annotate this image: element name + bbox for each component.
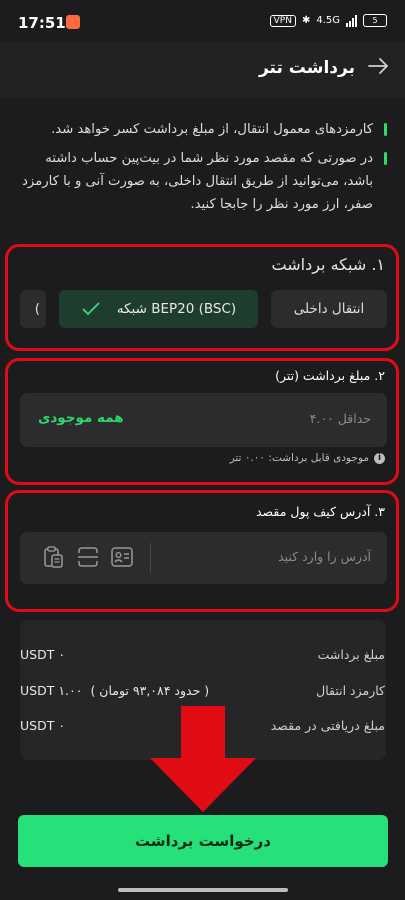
summary-value: USDT ۰ — [20, 647, 66, 662]
vpn-icon: VPN — [269, 14, 296, 27]
note-internal-transfer: در صورتی که مقصد مورد نظر شما در بیت‌پین… — [20, 147, 387, 216]
network-option-internal[interactable]: انتقال داخلی — [271, 290, 387, 328]
network-type: 4.5G — [316, 15, 340, 26]
withdraw-request-button[interactable]: درخواست برداشت — [18, 815, 388, 867]
signal-icon — [346, 14, 357, 27]
summary-label: کارمزد انتقال — [316, 683, 385, 698]
fee-toman-note: ( حدود ۹۳,۰۸۴ تومان ) — [90, 683, 210, 698]
status-bar: 17:51 VPN ✱ 4.5G 5 — [0, 0, 405, 42]
available-balance: i موجودی قابل برداشت: ۰.۰۰ تتر — [230, 452, 385, 464]
all-balance-button[interactable]: همه موجودی — [38, 410, 124, 426]
note-fee: کارمزدهای معمول انتقال، از مبلغ برداشت ک… — [20, 118, 387, 141]
summary-value: USDT ۰ — [20, 718, 66, 733]
available-balance-text: موجودی قابل برداشت: ۰.۰۰ تتر — [229, 452, 369, 464]
home-indicator — [118, 888, 288, 892]
info-notes: کارمزدهای معمول انتقال، از مبلغ برداشت ک… — [20, 118, 387, 222]
check-icon — [82, 302, 100, 316]
amount-placeholder: حداقل ۴.۰۰ — [309, 411, 371, 426]
screen-record-icon — [66, 15, 80, 29]
address-input[interactable]: آدرس را وارد کنید — [20, 532, 387, 584]
summary-label: مبلغ برداشت — [317, 647, 385, 662]
summary-row-amount: مبلغ برداشت USDT ۰ — [20, 647, 385, 662]
info-icon: i — [374, 452, 385, 464]
annotation-arrow — [150, 706, 256, 812]
summary-label: مبلغ دریافتی در مقصد — [270, 718, 385, 733]
bluetooth-icon: ✱ — [301, 15, 311, 26]
summary-value: ( حدود ۹۳,۰۸۴ تومان ) USDT ۱.۰۰ — [20, 683, 209, 698]
network-option-more[interactable]: ( — [20, 290, 46, 328]
contact-card-icon[interactable] — [110, 546, 134, 568]
page-title: برداشت تتر — [258, 58, 355, 78]
summary-row-fee: کارمزد انتقال ( حدود ۹۳,۰۸۴ تومان ) USDT… — [20, 683, 385, 698]
network-option-bep20[interactable]: BEP20 (BSC) شبکه — [59, 290, 258, 328]
battery-icon: 5 — [363, 14, 387, 27]
divider — [150, 543, 151, 573]
network-option-label: BEP20 (BSC) شبکه — [116, 301, 237, 317]
back-arrow-icon[interactable] — [366, 54, 390, 78]
header: برداشت تتر — [0, 42, 405, 98]
address-section-title: ۳. آدرس کیف پول مقصد — [255, 504, 385, 519]
amount-section-title: ۲. مبلغ برداشت (تتر) — [275, 368, 385, 383]
status-time: 17:51 — [18, 14, 66, 32]
paste-icon[interactable] — [42, 545, 64, 569]
address-placeholder: آدرس را وارد کنید — [278, 549, 371, 564]
network-section-title: ۱. شبکه برداشت — [271, 255, 385, 274]
amount-input[interactable]: حداقل ۴.۰۰ همه موجودی — [20, 393, 387, 447]
fee-value: USDT ۱.۰۰ — [20, 683, 83, 698]
status-icons: VPN ✱ 4.5G 5 — [269, 14, 387, 27]
scan-icon[interactable] — [76, 546, 100, 568]
